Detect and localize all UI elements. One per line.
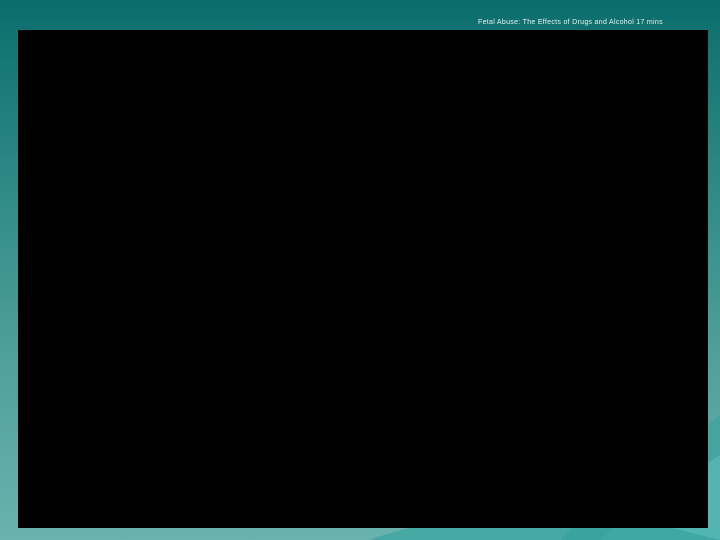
video-player[interactable] bbox=[18, 30, 708, 528]
slide-title: Fetal Abuse: The Effects of Drugs and Al… bbox=[478, 19, 663, 26]
